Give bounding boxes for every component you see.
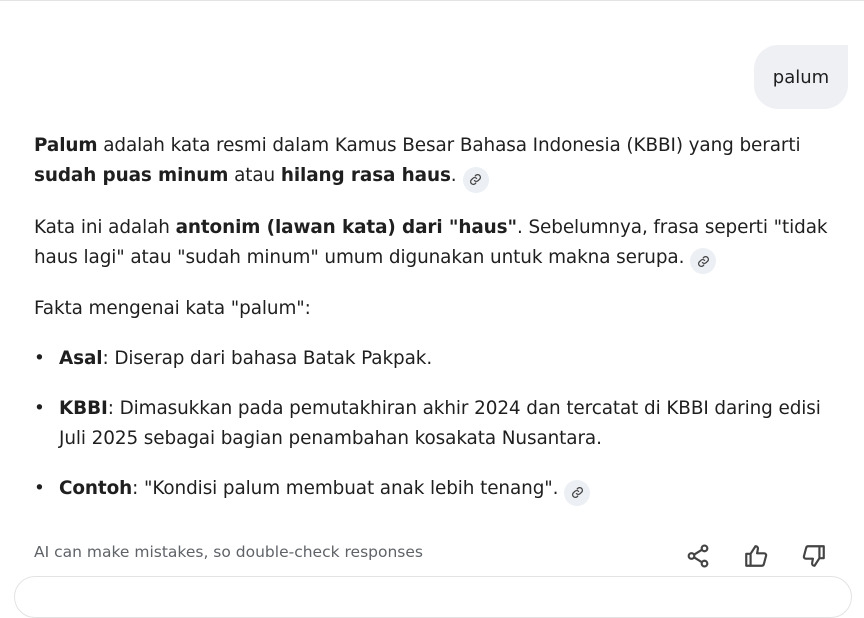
share-icon [687, 544, 709, 568]
source-link-button[interactable] [462, 166, 489, 193]
link-icon [470, 174, 482, 185]
response-paragraph-1: Palum adalah kata resmi dalam Kamus Besa… [34, 131, 850, 193]
paragraph-text: . [450, 165, 457, 186]
bullet-marker: • [34, 348, 45, 369]
list-item-label: Contoh [59, 478, 133, 499]
list-item: • Asal: Diserap dari bahasa Batak Pakpak. [34, 344, 850, 374]
thumbs-down-icon [802, 545, 825, 567]
source-link-button[interactable] [690, 248, 717, 274]
thumbs-up-icon [745, 545, 768, 567]
response-paragraph-3: Fakta mengenai kata "palum": [34, 298, 311, 319]
link-icon [697, 255, 709, 267]
composer-input-box[interactable] [14, 576, 852, 618]
bullet-marker: • [34, 478, 45, 499]
ai-response: Palum adalah kata resmi dalam Kamus Besa… [34, 131, 850, 526]
bold-text: antonim (lawan kata) dari "haus" [175, 216, 518, 238]
bullet-marker: • [34, 398, 45, 419]
source-link-button[interactable] [564, 479, 591, 506]
user-message-text: palum [772, 66, 830, 88]
list-item: • Contoh: "Kondisi palum membuat anak leb… [34, 474, 850, 506]
share-button[interactable] [680, 540, 716, 572]
list-item-text: : Diserap dari bahasa Batak Pakpak. [102, 348, 433, 369]
bold-text: hilang rasa haus [280, 165, 451, 186]
response-paragraph-2: Kata ini adalah antonim (lawan kata) dar… [34, 213, 850, 274]
top-divider [0, 0, 864, 1]
response-actions [680, 540, 832, 572]
list-item-label: Asal [59, 348, 103, 369]
user-message-bubble: palum [754, 45, 848, 109]
paragraph-text: adalah kata resmi dalam Kamus Besar Baha… [97, 135, 801, 156]
link-icon [571, 487, 583, 498]
bold-text: Palum [34, 135, 98, 156]
like-button[interactable] [738, 540, 774, 572]
facts-list: • Asal: Diserap dari bahasa Batak Pakpak.… [34, 344, 850, 506]
list-item-text: : Dimasukkan pada pemutakhiran akhir 202… [59, 398, 821, 449]
disclaimer-text: AI can make mistakes, so double-check re… [34, 543, 423, 561]
list-item-label: KBBI [59, 398, 108, 419]
paragraph-text: atau [228, 165, 281, 186]
bold-text: sudah puas minum [34, 165, 229, 186]
paragraph-text: Kata ini adalah [34, 216, 176, 238]
dislike-button[interactable] [796, 540, 832, 572]
list-item: • KBBI: Dimasukkan pada pemutakhiran akhi… [34, 394, 850, 454]
list-item-text: : "Kondisi palum membuat anak lebih tena… [132, 478, 559, 499]
